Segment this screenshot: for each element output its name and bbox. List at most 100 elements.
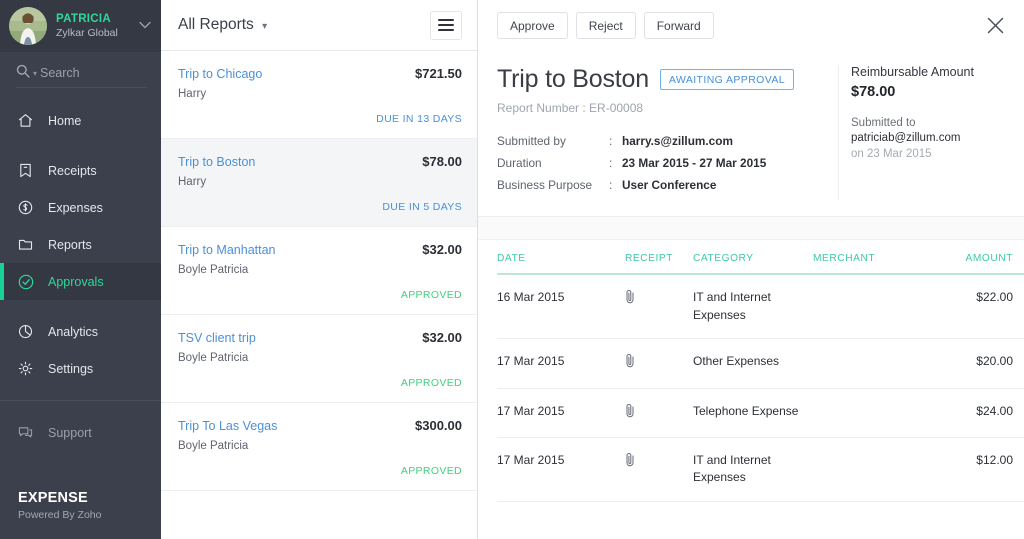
report-submitter: Boyle Patricia <box>178 440 462 452</box>
sidebar-item-label: Home <box>48 114 81 128</box>
hamburger-bar <box>438 24 454 26</box>
report-submitter: Boyle Patricia <box>178 352 462 364</box>
expense-category: IT and Internet Expenses <box>693 438 813 502</box>
report-name[interactable]: Trip to Chicago <box>178 67 407 81</box>
report-header-right: Reimbursable Amount $78.00 Submitted to … <box>838 65 1024 200</box>
report-number: Report Number : ER-00008 <box>497 101 838 115</box>
report-submitter: Boyle Patricia <box>178 264 462 276</box>
pie-chart-icon <box>18 324 39 339</box>
sidebar-item-receipts[interactable]: Receipts <box>0 152 161 189</box>
report-submitter: Harry <box>178 88 462 100</box>
expenses-table-head: DATE RECEIPT CATEGORY MERCHANT AMOUNT <box>497 253 1024 274</box>
list-item[interactable]: TSV client trip $32.00 Boyle Patricia AP… <box>161 315 477 403</box>
field-row: Business Purpose : User Conference <box>497 178 838 192</box>
sidebar-user-profile[interactable]: PATRICIA Zylkar Global <box>0 0 161 52</box>
reject-button[interactable]: Reject <box>576 12 636 39</box>
paperclip-icon[interactable] <box>625 357 636 371</box>
status-badge: APPROVED <box>178 465 462 477</box>
search-input[interactable]: ▾ Search <box>0 52 161 94</box>
table-row[interactable]: 17 Mar 2015 Telephone Expense $24.00 <box>497 388 1024 437</box>
forward-button[interactable]: Forward <box>644 12 714 39</box>
user-avatar-photo <box>9 7 47 45</box>
sidebar-spacer <box>0 451 161 490</box>
expense-category: Telephone Expense <box>693 388 813 437</box>
list-item[interactable]: Trip to Chicago $721.50 Harry DUE IN 13 … <box>161 51 477 139</box>
table-row[interactable]: 17 Mar 2015 Other Expenses $20.00 <box>497 339 1024 388</box>
reports-list[interactable]: Trip to Chicago $721.50 Harry DUE IN 13 … <box>161 51 477 539</box>
reports-filter-dropdown[interactable]: All Reports ▾ <box>178 16 430 34</box>
paperclip-icon[interactable] <box>625 456 636 470</box>
approve-button[interactable]: Approve <box>497 12 568 39</box>
expense-category: IT and Internet Expenses <box>693 274 813 338</box>
column-header-action <box>1013 253 1024 274</box>
expense-date: 16 Mar 2015 <box>497 274 625 338</box>
column-header-date: DATE <box>497 253 625 274</box>
sidebar-user-name: PATRICIA <box>56 12 137 26</box>
sidebar-item-support[interactable]: Support <box>0 414 161 451</box>
sidebar-nav: Home Receipts Expenses Reports <box>0 94 161 451</box>
report-amount: $78.00 <box>414 154 462 169</box>
report-amount: $721.50 <box>407 66 462 81</box>
field-value: User Conference <box>622 178 716 192</box>
sidebar-item-label: Reports <box>48 238 92 252</box>
report-submitter: Harry <box>178 176 462 188</box>
sidebar-brand: EXPENSE Powered By Zoho <box>0 490 161 539</box>
list-item[interactable]: Trip to Manhattan $32.00 Boyle Patricia … <box>161 227 477 315</box>
sidebar-item-home[interactable]: Home <box>0 102 161 139</box>
expense-merchant <box>813 438 935 502</box>
hamburger-icon[interactable] <box>430 11 462 40</box>
action-cell <box>1013 388 1024 437</box>
status-badge: DUE IN 5 DAYS <box>178 201 462 213</box>
receipt-cell <box>625 339 693 388</box>
list-item[interactable]: Trip to Boston $78.00 Harry DUE IN 5 DAY… <box>161 139 477 227</box>
table-row[interactable]: 16 Mar 2015 IT and Internet Expenses $22… <box>497 274 1024 338</box>
column-header-receipt: RECEIPT <box>625 253 693 274</box>
report-name[interactable]: Trip to Manhattan <box>178 243 414 257</box>
detail-toolbar: Approve Reject Forward <box>478 0 1024 51</box>
receipt-cell <box>625 388 693 437</box>
sidebar-item-label: Receipts <box>48 164 97 178</box>
expense-amount: $22.00 <box>935 274 1013 338</box>
sidebar-item-reports[interactable]: Reports <box>0 226 161 263</box>
sidebar-item-approvals[interactable]: Approvals <box>0 263 161 300</box>
action-cell <box>1013 438 1024 502</box>
report-fields: Submitted by : harry.s@zillum.com Durati… <box>497 134 838 192</box>
expense-date: 17 Mar 2015 <box>497 339 625 388</box>
receipt-icon <box>18 163 39 178</box>
sidebar-item-label: Settings <box>48 362 93 376</box>
chevron-down-icon[interactable] <box>137 21 151 32</box>
sidebar-item-analytics[interactable]: Analytics <box>0 313 161 350</box>
report-name[interactable]: Trip To Las Vegas <box>178 419 407 433</box>
section-separator-band <box>478 217 1024 240</box>
expense-date: 17 Mar 2015 <box>497 388 625 437</box>
expenses-table: DATE RECEIPT CATEGORY MERCHANT AMOUNT 16… <box>497 253 1024 501</box>
report-header: Trip to Boston AWAITING APPROVAL Report … <box>478 51 1024 217</box>
sidebar-item-expenses[interactable]: Expenses <box>0 189 161 226</box>
paperclip-icon[interactable] <box>625 407 636 421</box>
gear-icon <box>18 361 39 376</box>
paperclip-icon[interactable] <box>625 293 636 307</box>
status-badge: APPROVED <box>178 377 462 389</box>
report-name[interactable]: Trip to Boston <box>178 155 414 169</box>
expenses-table-body: 16 Mar 2015 IT and Internet Expenses $22… <box>497 274 1024 501</box>
submitted-to-email: patriciab@zillum.com <box>851 132 1024 144</box>
sidebar-item-settings[interactable]: Settings <box>0 350 161 387</box>
status-badge: AWAITING APPROVAL <box>660 69 794 90</box>
field-separator: : <box>609 156 622 170</box>
report-name[interactable]: TSV client trip <box>178 331 414 345</box>
list-item[interactable]: Trip To Las Vegas $300.00 Boyle Patricia… <box>161 403 477 491</box>
status-badge: APPROVED <box>178 289 462 301</box>
sidebar-item-label: Analytics <box>48 325 98 339</box>
table-row[interactable]: 17 Mar 2015 IT and Internet Expenses $12… <box>497 438 1024 502</box>
column-header-merchant: MERCHANT <box>813 253 935 274</box>
page-title: Trip to Boston <box>497 65 649 94</box>
avatar <box>9 7 47 45</box>
search-icon <box>16 64 30 83</box>
reports-list-header: All Reports ▾ <box>161 0 477 51</box>
search-placeholder: Search <box>40 66 80 80</box>
close-icon[interactable] <box>984 15 1006 37</box>
caret-down-icon[interactable]: ▾ <box>33 69 37 78</box>
report-amount: $32.00 <box>414 242 462 257</box>
sidebar-user-org: Zylkar Global <box>56 27 137 40</box>
reports-filter-label: All Reports <box>178 16 254 33</box>
